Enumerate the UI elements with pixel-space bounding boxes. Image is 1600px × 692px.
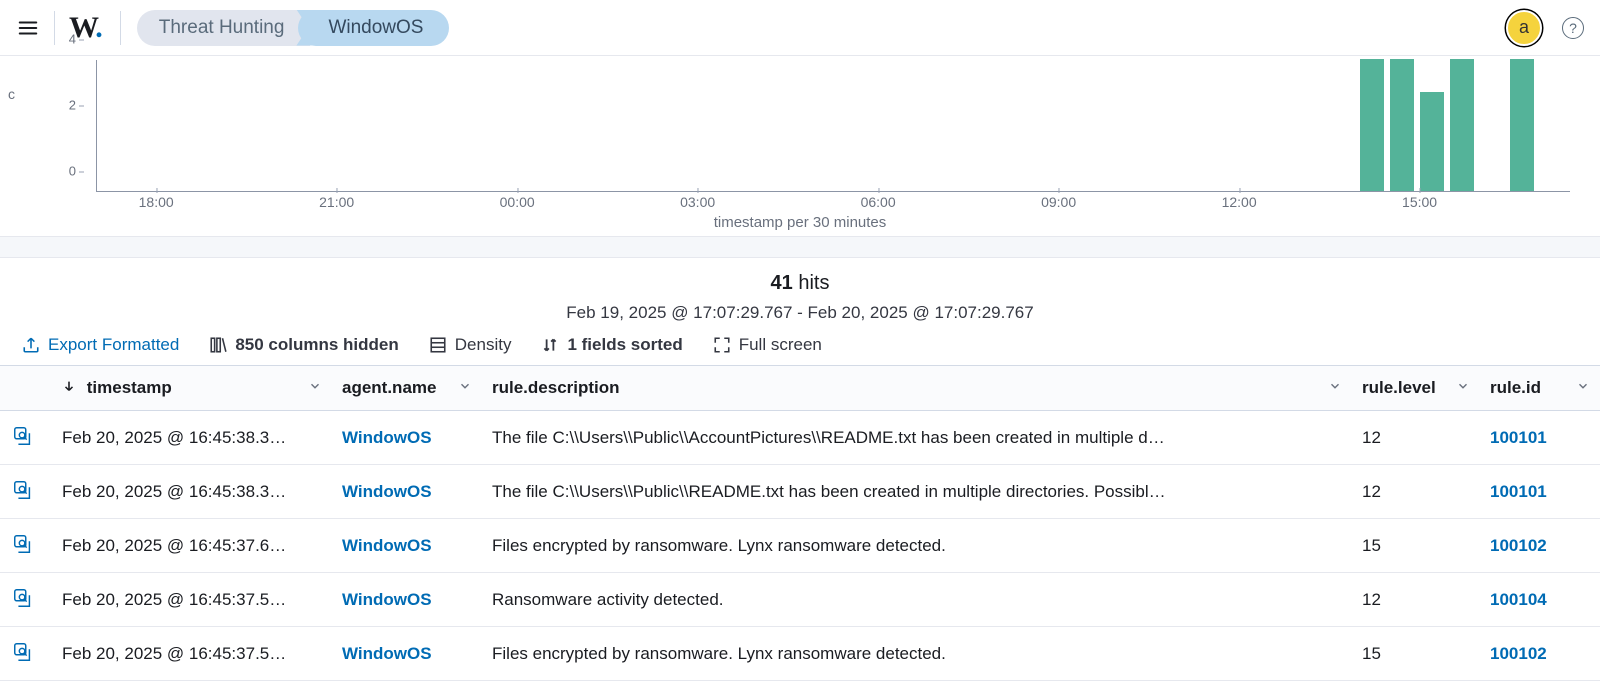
user-avatar[interactable]: a	[1506, 10, 1542, 46]
cell-agent-name[interactable]: WindowOS	[332, 681, 482, 692]
chart-bar[interactable]	[1390, 59, 1414, 191]
cell-agent-name[interactable]: WindowOS	[332, 573, 482, 627]
hit-count: 41 hits	[0, 272, 1600, 295]
cell-rule-level: 12	[1352, 411, 1480, 465]
column-header-rule-level[interactable]: rule.level	[1352, 366, 1480, 411]
chart-y-axis: c 024	[48, 56, 76, 186]
density-button[interactable]: Density	[429, 335, 512, 355]
chart-y-axis-label: c	[8, 86, 15, 102]
cell-rule-id[interactable]: 100103	[1480, 681, 1600, 692]
cell-rule-level: 15	[1352, 627, 1480, 681]
results-summary: 41 hits Feb 19, 2025 @ 17:07:29.767 - Fe…	[0, 258, 1600, 331]
chart-x-axis-label: timestamp per 30 minutes	[20, 214, 1580, 231]
cell-rule-level: 15	[1352, 519, 1480, 573]
cell-rule-id[interactable]: 100104	[1480, 573, 1600, 627]
chart-x-tick: 09:00	[1041, 194, 1076, 210]
export-button[interactable]: Export Formatted	[22, 335, 179, 355]
panel-divider	[0, 236, 1600, 258]
help-icon[interactable]: ?	[1562, 17, 1584, 39]
cell-rule-level: 12	[1352, 573, 1480, 627]
cell-rule-id[interactable]: 100102	[1480, 519, 1600, 573]
cell-agent-name[interactable]: WindowOS	[332, 465, 482, 519]
column-header-timestamp[interactable]: timestamp	[52, 366, 332, 411]
columns-hidden-button[interactable]: 850 columns hidden	[209, 335, 398, 355]
cell-rule-description: Ransomware activity detected.	[482, 573, 1352, 627]
time-range-label: Feb 19, 2025 @ 17:07:29.767 - Feb 20, 20…	[0, 303, 1600, 323]
expand-row-button[interactable]	[10, 585, 36, 611]
cell-rule-id[interactable]: 100101	[1480, 411, 1600, 465]
column-header-rule-description[interactable]: rule.description	[482, 366, 1352, 411]
column-header-expand	[0, 366, 52, 411]
cell-rule-level: 12	[1352, 465, 1480, 519]
table-toolbar: Export Formatted 850 columns hidden Dens…	[0, 331, 1600, 365]
column-header-rule-id[interactable]: rule.id	[1480, 366, 1600, 411]
chevron-down-icon	[308, 378, 322, 398]
chart-x-tick: 03:00	[680, 194, 715, 210]
cell-timestamp: Feb 20, 2025 @ 16:45:38.3…	[52, 465, 332, 519]
chevron-down-icon	[1456, 378, 1470, 398]
cell-rule-description: Lynx ransomware executable detected: c:\…	[482, 681, 1352, 692]
cell-timestamp: Feb 20, 2025 @ 16:45:38.3…	[52, 411, 332, 465]
chart-bar[interactable]	[1360, 59, 1384, 191]
chart-plot-area[interactable]	[96, 60, 1570, 192]
chart-x-tick: 12:00	[1222, 194, 1257, 210]
cell-timestamp: Feb 20, 2025 @ 16:45:37.5…	[52, 573, 332, 627]
cell-rule-id[interactable]: 100102	[1480, 627, 1600, 681]
histogram-chart: c 024 18:00 21:00 00:00 03:00 06:00 09:00 12:0…	[0, 56, 1600, 236]
breadcrumb-item-threat-hunting[interactable]: Threat Hunting	[137, 10, 311, 46]
cell-rule-level: 15	[1352, 681, 1480, 692]
cell-timestamp: Feb 20, 2025 @ 16:35:11.3…	[52, 681, 332, 692]
table-row[interactable]: Feb 20, 2025 @ 16:45:37.5…WindowOSFiles …	[0, 627, 1600, 681]
table-row[interactable]: Feb 20, 2025 @ 16:45:38.3…WindowOSThe fi…	[0, 465, 1600, 519]
chevron-down-icon	[458, 378, 472, 398]
table-row[interactable]: Feb 20, 2025 @ 16:35:11.3…WindowOSLynx r…	[0, 681, 1600, 692]
chevron-down-icon	[1328, 378, 1342, 398]
cell-agent-name[interactable]: WindowOS	[332, 627, 482, 681]
separator	[120, 11, 121, 45]
chevron-down-icon	[1576, 378, 1590, 398]
column-header-agent-name[interactable]: agent.name	[332, 366, 482, 411]
results-table: timestamp agent.name rule.description ru…	[0, 365, 1600, 692]
cell-agent-name[interactable]: WindowOS	[332, 411, 482, 465]
expand-row-button[interactable]	[10, 477, 36, 503]
sort-desc-icon	[62, 378, 76, 398]
cell-rule-description: Files encrypted by ransomware. Lynx rans…	[482, 627, 1352, 681]
cell-agent-name[interactable]: WindowOS	[332, 519, 482, 573]
table-row[interactable]: Feb 20, 2025 @ 16:45:38.3…WindowOSThe fi…	[0, 411, 1600, 465]
chart-x-tick: 06:00	[861, 194, 896, 210]
breadcrumb: Threat Hunting WindowOS	[137, 10, 450, 46]
top-bar: W. Threat Hunting WindowOS a ?	[0, 0, 1600, 56]
expand-row-button[interactable]	[10, 423, 36, 449]
table-row[interactable]: Feb 20, 2025 @ 16:45:37.5…WindowOSRansom…	[0, 573, 1600, 627]
chart-x-axis: 18:00 21:00 00:00 03:00 06:00 09:00 12:00 15:00	[96, 190, 1570, 212]
cell-timestamp: Feb 20, 2025 @ 16:45:37.5…	[52, 627, 332, 681]
chart-bar[interactable]	[1450, 59, 1474, 191]
full-screen-button[interactable]: Full screen	[713, 335, 822, 355]
chart-x-tick: 00:00	[500, 194, 535, 210]
chart-bar[interactable]	[1420, 92, 1444, 191]
table-header-row: timestamp agent.name rule.description ru…	[0, 366, 1600, 411]
cell-timestamp: Feb 20, 2025 @ 16:45:37.6…	[52, 519, 332, 573]
cell-rule-id[interactable]: 100101	[1480, 465, 1600, 519]
breadcrumb-item-windowos[interactable]: WindowOS	[298, 10, 449, 46]
table-row[interactable]: Feb 20, 2025 @ 16:45:37.6…WindowOSFiles …	[0, 519, 1600, 573]
chart-x-tick: 15:00	[1402, 194, 1437, 210]
cell-rule-description: Files encrypted by ransomware. Lynx rans…	[482, 519, 1352, 573]
menu-toggle-button[interactable]	[16, 16, 40, 40]
cell-rule-description: The file C:\\Users\\Public\\AccountPictu…	[482, 411, 1352, 465]
cell-rule-description: The file C:\\Users\\Public\\README.txt h…	[482, 465, 1352, 519]
expand-row-button[interactable]	[10, 639, 36, 665]
chart-bar[interactable]	[1510, 59, 1534, 191]
chart-x-tick: 21:00	[319, 194, 354, 210]
chart-x-tick: 18:00	[139, 194, 174, 210]
fields-sorted-button[interactable]: 1 fields sorted	[541, 335, 682, 355]
expand-row-button[interactable]	[10, 531, 36, 557]
